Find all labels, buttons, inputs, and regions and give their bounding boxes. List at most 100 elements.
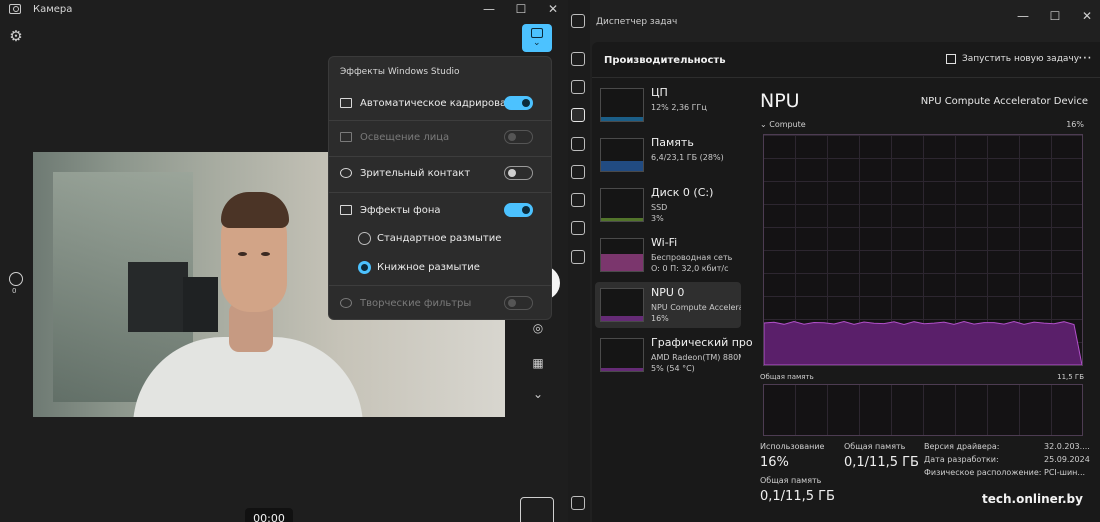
driver-date-value: 25.09.2024 [1044,455,1090,464]
device-name: ЦП [651,86,668,99]
settings-gear-icon[interactable] [571,496,585,510]
background-effects-label: Эффекты фона [360,205,441,216]
usage-value: 16% [760,455,789,470]
compute-label-text: Compute [769,120,806,129]
shared-memory-label-2: Общая память [760,476,822,485]
auto-framing-toggle[interactable] [504,96,533,110]
close-button[interactable]: ✕ [538,1,568,19]
device-sub2: 5% (54 °C) [651,364,695,373]
page-title: Производительность [604,55,726,66]
divider [329,156,551,157]
recording-time: 00:00 [245,508,293,522]
maximize-button[interactable]: ☐ [506,1,536,19]
performance-pane: Производительность Запустить новую задач… [592,42,1100,522]
chevron-down-icon[interactable]: ⌄ [530,386,546,402]
timer-value: 0 [12,287,17,295]
device-graph-fill [601,254,643,271]
portrait-blur-label: Книжное размытие [377,262,480,273]
device-sub1: Беспроводная сеть [651,253,733,262]
device-sub1: 6,4/23,1 ГБ (28%) [651,153,724,162]
device-name: NPU 0 [651,286,685,299]
eye-contact-toggle[interactable] [504,166,533,180]
more-options-icon[interactable]: ⋯ [1078,50,1092,66]
minimize-button[interactable]: — [1008,8,1038,26]
screen: Камера — ☐ ✕ ⚙ ⌄ 0 ◎ ▦ ⌄ 00:00 Эффекты W… [0,0,1100,522]
processes-nav-icon[interactable] [571,52,585,66]
device-name: Графический про [651,336,753,349]
device-item[interactable]: NPU 0 NPU Compute Accelera 16% [595,282,741,328]
standard-blur-radio[interactable] [358,232,371,245]
effects-icon [531,28,543,38]
device-item[interactable]: ЦП 12% 2,36 ГГц [595,82,741,128]
app-history-nav-icon[interactable] [571,137,585,151]
device-name: Wi-Fi [651,236,678,249]
preview-monitor [128,262,188,332]
device-item[interactable]: Память 6,4/23,1 ГБ (28%) [595,132,741,178]
effects-panel-header: Эффекты Windows Studio [340,67,460,77]
maximize-button[interactable]: ☐ [1040,8,1070,26]
preview-monitor-2 [183,277,218,332]
device-item[interactable]: Диск 0 (C:) SSD 3% [595,182,741,228]
eye-contact-label: Зрительный контакт [360,168,471,179]
auto-framing-row[interactable]: Автоматическое кадрирование [329,90,551,118]
device-sub1: 12% 2,36 ГГц [651,103,707,112]
shared-memory-graph-label: Общая память [760,373,814,381]
studio-effects-panel: Эффекты Windows Studio Автоматическое ка… [328,56,552,320]
startup-apps-nav-icon[interactable] [571,165,585,179]
device-item[interactable]: Графический про AMD Radeon(TM) 880M 5% (54… [595,332,753,378]
device-sub2: 16% [651,314,669,323]
last-capture-thumbnail[interactable] [520,497,554,522]
device-mini-graph [600,338,644,372]
driver-version-value: 32.0.203.... [1044,442,1090,451]
shared-memory-label: Общая память [844,442,906,451]
task-manager-window: Диспетчер задач — ☐ ✕ Производительность… [568,0,1100,522]
run-new-task-button[interactable]: Запустить новую задачу [962,54,1079,64]
minimize-button[interactable]: — [474,1,504,19]
close-button[interactable]: ✕ [1072,8,1100,26]
studio-effects-button[interactable]: ⌄ [522,24,552,52]
divider [329,120,551,121]
device-mini-graph [600,238,644,272]
usage-stat: Использование 16% [760,442,824,470]
qr-code-icon[interactable]: ▦ [530,355,546,371]
settings-gear-icon[interactable]: ⚙ [8,28,24,44]
portrait-blur-option[interactable]: Книжное размытие [329,254,551,282]
compute-graph [763,134,1083,366]
location-label: Физическое расположение: [924,468,1042,477]
performance-header: Производительность Запустить новую задач… [592,42,1100,78]
portrait-blur-radio[interactable] [358,261,371,274]
users-nav-icon[interactable] [571,193,585,207]
performance-nav-icon[interactable] [571,108,585,122]
compute-graph-label: ⌄ Compute [760,120,806,129]
compute-area [764,320,1082,365]
usage-label: Использование [760,442,825,451]
device-graph-fill [601,218,643,221]
services-nav-icon[interactable] [571,250,585,264]
device-graph-fill [601,161,643,171]
details-nav-icon[interactable] [571,221,585,235]
background-effects-toggle[interactable] [504,203,533,217]
face-lighting-label: Освещение лица [360,132,450,143]
camera-title: Камера [33,4,73,15]
auto-framing-icon [340,98,352,108]
device-name: Диск 0 (C:) [651,186,714,199]
device-sub1: AMD Radeon(TM) 880M [651,353,741,362]
device-mini-graph [600,138,644,172]
eye-contact-row[interactable]: Зрительный контакт [329,160,551,188]
device-mini-graph [600,288,644,322]
standard-blur-option[interactable]: Стандартное размытие [329,225,551,253]
photo-mode-icon[interactable]: ◎ [530,320,546,336]
timer-icon[interactable] [9,272,23,286]
chevron-down-icon: ⌄ [533,38,541,48]
npu-detail: NPU NPU Compute Accelerator Device ⌄ Com… [760,86,1090,522]
device-sub2: 3% [651,214,664,223]
creative-filters-toggle [504,296,533,310]
apps-nav-icon[interactable] [571,80,585,94]
device-item[interactable]: Wi-Fi Беспроводная сеть О: 0 П: 32,0 кбит/… [595,232,741,278]
camera-app-icon [9,4,21,14]
auto-framing-label: Автоматическое кадрирование [360,98,526,109]
driver-date-label: Дата разработки: [924,455,999,464]
background-effects-row[interactable]: Эффекты фона [329,197,551,225]
preview-person-hair [221,192,289,228]
creative-filters-icon [340,298,352,308]
